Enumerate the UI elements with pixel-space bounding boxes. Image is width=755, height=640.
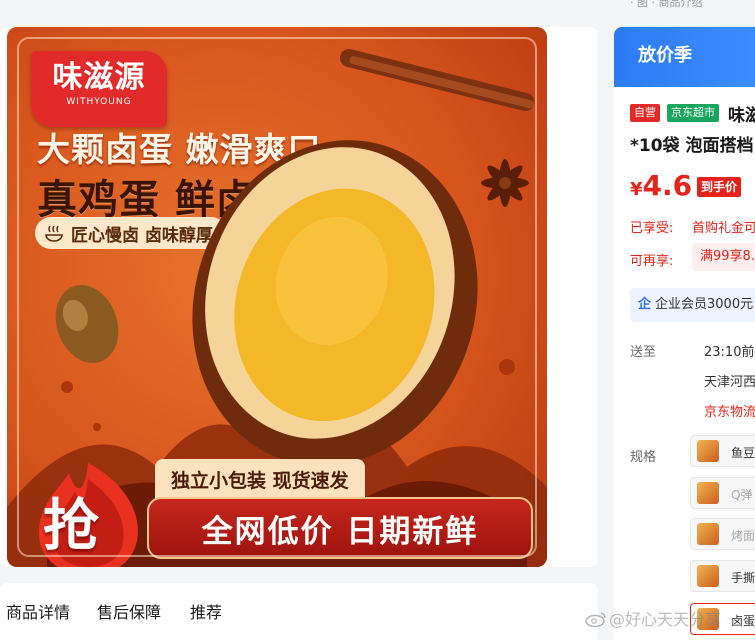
final-price-tag: 到手价 bbox=[697, 177, 742, 197]
enterprise-text: 企业会员3000元 bbox=[655, 297, 754, 312]
tab-after-sales[interactable]: 售后保障 bbox=[97, 599, 161, 623]
promo-top-banner: 独立小包装 现货速发 bbox=[155, 459, 365, 499]
halved-egg-graphic bbox=[192, 140, 478, 466]
final-price: ¥4.6 bbox=[630, 169, 692, 202]
delivery-location[interactable]: 天津河西 bbox=[704, 371, 755, 390]
tab-product-details[interactable]: 商品详情 bbox=[6, 599, 70, 623]
spec-option-label: 卤蛋 bbox=[731, 614, 755, 628]
weibo-icon bbox=[585, 612, 606, 627]
product-main-image[interactable]: 味滋源 WITHYOUNG 大颗卤蛋 嫩滑爽口 真鸡蛋 鲜卤制 匠心慢卤 卤味醇… bbox=[7, 27, 547, 567]
season-sale-banner[interactable]: 放价季 bbox=[614, 27, 755, 87]
enjoyed-label: 已享受: bbox=[630, 221, 674, 236]
spec-option[interactable]: 鱼豆 bbox=[690, 435, 755, 467]
spec-option-label: 烤面 bbox=[731, 529, 755, 543]
spec-option[interactable]: 烤面 bbox=[690, 518, 755, 550]
tab-recommend[interactable]: 推荐 bbox=[190, 599, 222, 623]
enjoyed-value[interactable]: 首购礼金可 bbox=[692, 217, 755, 236]
spec-thumbnail bbox=[697, 523, 719, 545]
product-title: 味滋 bbox=[728, 106, 755, 126]
more-offers-coupon[interactable]: 满99享8. bbox=[692, 243, 755, 271]
watermark-text: @好心天天分享 bbox=[609, 610, 722, 629]
grab-badge-text: 抢 bbox=[43, 493, 99, 559]
weibo-watermark: @好心天天分享 bbox=[585, 606, 721, 630]
spec-option-label: 鱼豆 bbox=[731, 446, 755, 460]
spec-label: 规格 bbox=[630, 450, 657, 465]
spec-option-label: 手撕 bbox=[731, 571, 755, 585]
product-title-line2: *10袋 泡面搭档 bbox=[630, 136, 754, 156]
spec-option[interactable]: Q弹 bbox=[690, 477, 755, 509]
more-offers-label: 可再享: bbox=[630, 254, 674, 269]
ship-to-label: 送至 bbox=[630, 345, 657, 360]
top-strip-text: · 图 · 商品介绍 bbox=[630, 0, 703, 9]
promo-bottom-banner: 全网低价 日期新鲜 bbox=[147, 497, 533, 559]
brand-name-cn: 味滋源 bbox=[52, 60, 146, 95]
brand-logo: 味滋源 WITHYOUNG bbox=[31, 51, 167, 127]
detail-tabs: 商品详情 售后保障 推荐 bbox=[0, 583, 598, 640]
jd-supermarket-badge: 京东超市 bbox=[667, 104, 719, 122]
cinnamon-stick-graphic bbox=[339, 49, 535, 112]
enterprise-member-banner[interactable]: 企企业会员3000元 bbox=[630, 288, 755, 322]
spec-option-label: Q弹 bbox=[731, 488, 753, 502]
brand-name-en: WITHYOUNG bbox=[66, 97, 132, 107]
spec-option[interactable]: 手撕 bbox=[690, 560, 755, 592]
price-currency: ¥ bbox=[630, 179, 643, 200]
spec-thumbnail bbox=[697, 482, 719, 504]
self-operated-badge: 自营 bbox=[630, 104, 660, 122]
steam-bowl-icon bbox=[45, 225, 63, 242]
price-value: 4.6 bbox=[642, 169, 693, 202]
jd-logistics-label: 京东物流 bbox=[704, 405, 755, 420]
enterprise-icon: 企 bbox=[638, 297, 652, 312]
spec-thumbnail bbox=[697, 565, 719, 587]
spec-thumbnail bbox=[697, 440, 719, 462]
delivery-time: 23:10前 bbox=[704, 345, 755, 360]
product-info-panel: 放价季 自营 京东超市 味滋 *10袋 泡面搭档 ¥4.6 到手价 已享受: 首… bbox=[614, 27, 755, 640]
